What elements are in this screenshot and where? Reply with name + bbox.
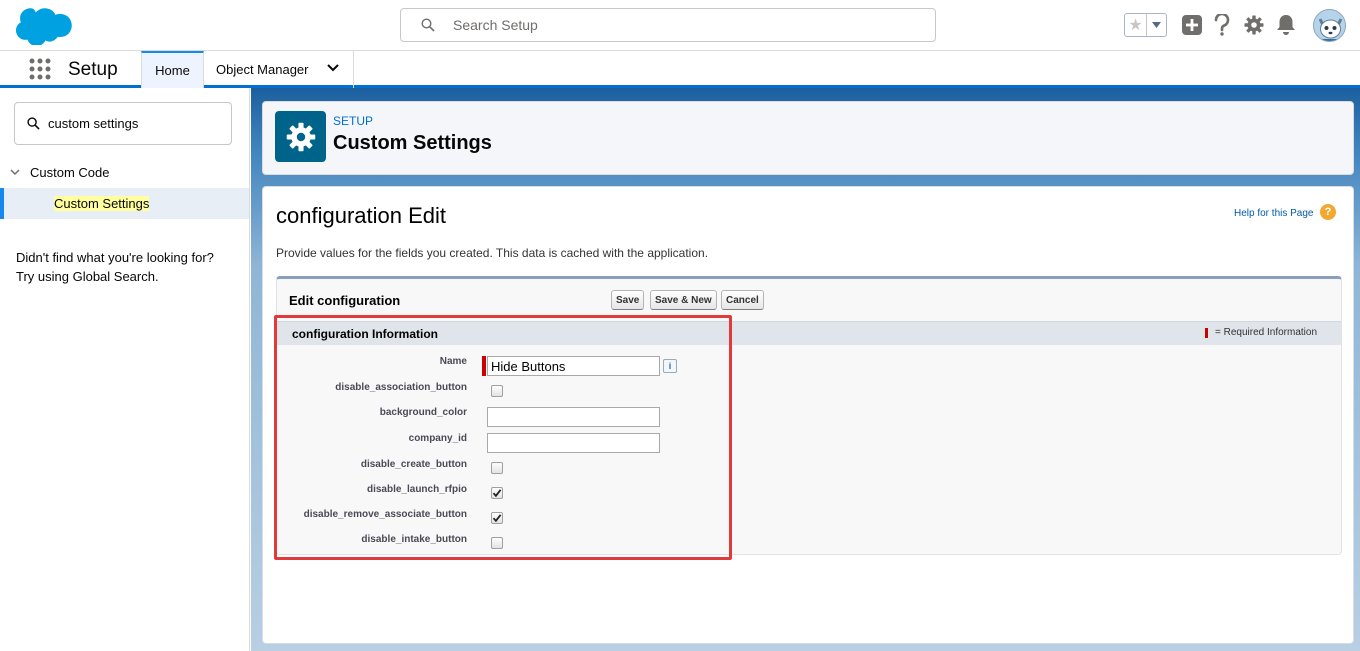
cancel-button[interactable]: Cancel [721,290,764,310]
salesforce-cloud-logo[interactable] [16,5,74,45]
edit-configuration-block: Edit configuration Save Save & New Cance… [276,276,1342,555]
field-label-disable-remove-associate-button: disable_remove_associate_button [303,509,467,520]
main-card: configuration Edit Help for this Page ? … [262,186,1354,644]
tree-item-custom-settings[interactable]: Custom Settings [0,188,249,219]
tree-node-custom-code[interactable]: Custom Code [10,165,109,180]
global-header: ★ [0,0,1360,51]
tab-object-manager-label: Object Manager [216,62,309,77]
not-found-line-1: Didn't find what you're looking for? [16,250,214,265]
section-header: configuration Information = Required Inf… [277,321,1341,345]
page-description: Provide values for the fields you create… [276,246,709,260]
favorites-star-icon[interactable]: ★ [1125,14,1147,36]
required-legend-text: = Required Information [1215,327,1318,338]
favorites-group: ★ [1124,13,1167,37]
field-label-company-id: company_id [408,433,467,444]
app-launcher-icon[interactable] [29,58,51,80]
field-label-background-color: background_color [379,407,467,418]
gear-icon[interactable] [1242,13,1266,37]
required-indicator [1205,327,1208,338]
checkmark-icon [492,489,502,498]
app-name: Setup [68,59,118,80]
context-bar: Setup Home Object Manager [0,51,1360,88]
tab-object-manager[interactable]: Object Manager [204,51,354,88]
page-header: SETUP Custom Settings [262,101,1354,175]
disable-remove-associate-button-checkbox[interactable] [491,512,503,524]
checkmark-icon [492,514,502,523]
company-id-field[interactable] [487,433,660,453]
required-indicator [482,356,486,376]
favorites-dropdown-button[interactable] [1147,14,1166,36]
quick-find-box[interactable] [14,102,232,145]
disable-association-button-checkbox[interactable] [491,385,503,397]
settings-gear-icon [275,111,326,162]
help-question-icon[interactable]: ? [1320,204,1336,220]
search-setup-box[interactable] [400,8,936,42]
chevron-down-icon [1152,22,1161,28]
field-label-disable-intake-button: disable_intake_button [361,534,467,545]
search-icon [27,117,40,130]
page-kicker: SETUP [333,114,374,128]
field-label-disable-launch-rfpio: disable_launch_rfpio [366,484,467,495]
save-and-new-button[interactable]: Save & New [650,290,717,310]
edit-page-title: configuration Edit [276,203,446,228]
info-icon[interactable]: i [663,359,677,373]
quick-find-input[interactable] [48,116,228,131]
field-label-name: Name [439,356,467,367]
avatar[interactable] [1313,9,1346,42]
search-icon [421,18,435,32]
not-found-line-2: Try using Global Search. [16,269,159,284]
background-color-field[interactable] [487,407,660,427]
help-for-this-page-link[interactable]: Help for this Page [1234,208,1314,219]
help-icon[interactable] [1210,13,1234,37]
search-setup-input[interactable] [453,17,893,33]
field-label-disable-create-button: disable_create_button [360,459,467,470]
required-legend: = Required Information [1205,327,1317,338]
setup-sidebar: Custom Code Custom Settings Didn't find … [0,88,250,651]
chevron-down-icon [10,169,20,176]
bell-icon[interactable] [1274,13,1298,37]
not-found-message: Didn't find what you're looking for? Try… [16,248,241,286]
tree-item-label: Custom Settings [54,196,150,211]
page-title: Custom Settings [333,132,492,154]
section-title: configuration Information [292,327,438,341]
save-button[interactable]: Save [611,290,645,310]
tab-home[interactable]: Home [141,51,204,88]
disable-create-button-checkbox[interactable] [491,462,503,474]
chevron-down-icon[interactable] [327,64,339,72]
field-label-disable-association-button: disable_association_button [335,382,467,393]
disable-intake-button-checkbox[interactable] [491,537,503,549]
name-field[interactable] [487,356,660,376]
add-icon[interactable] [1180,13,1204,37]
disable-launch-rfpio-checkbox[interactable] [491,487,503,499]
block-title: Edit configuration [289,293,401,308]
tree-node-label: Custom Code [30,165,110,180]
